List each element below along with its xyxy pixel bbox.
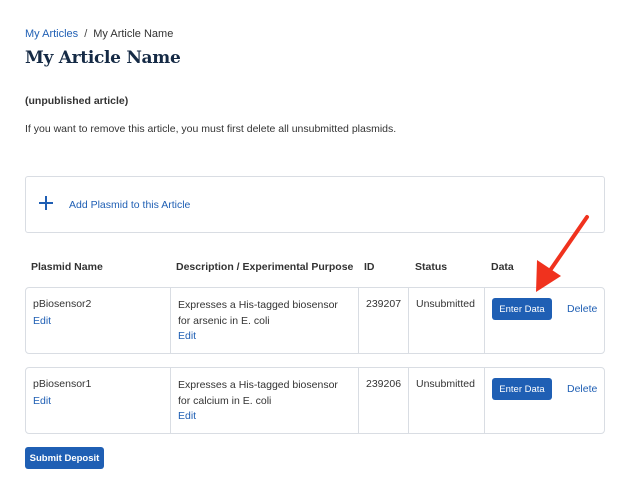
column-header-plasmid-name: Plasmid Name bbox=[31, 261, 103, 273]
page-title: My Article Name bbox=[25, 48, 181, 68]
plasmid-name: pBiosensor1 bbox=[33, 378, 92, 390]
add-plasmid-link[interactable]: Add Plasmid to this Article bbox=[69, 199, 190, 211]
enter-data-button[interactable]: Enter Data bbox=[492, 378, 552, 400]
delete-plasmid-link[interactable]: Delete bbox=[567, 303, 597, 315]
column-header-id: ID bbox=[364, 261, 375, 273]
plasmid-description: Expresses a His-tagged biosensor for ars… bbox=[178, 299, 338, 327]
breadcrumb-separator: / bbox=[84, 28, 88, 40]
breadcrumb: My Articles / My Article Name bbox=[25, 28, 173, 40]
plasmid-name-cell: pBiosensor2 Edit bbox=[26, 288, 171, 353]
edit-plasmid-link[interactable]: Edit bbox=[33, 315, 51, 327]
edit-plasmid-link[interactable]: Edit bbox=[33, 395, 51, 407]
article-status-note: (unpublished article) bbox=[25, 95, 129, 107]
data-cell: Enter Data Delete bbox=[485, 368, 606, 433]
plasmid-name-cell: pBiosensor1 Edit bbox=[26, 368, 171, 433]
submit-deposit-button[interactable]: Submit Deposit bbox=[25, 447, 104, 469]
breadcrumb-current: My Article Name bbox=[93, 28, 174, 40]
description-cell: Expresses a His-tagged biosensor for ars… bbox=[171, 288, 359, 353]
add-plasmid-panel: Add Plasmid to this Article bbox=[25, 176, 605, 233]
plasmid-description: Expresses a His-tagged biosensor for cal… bbox=[178, 379, 338, 407]
enter-data-button[interactable]: Enter Data bbox=[492, 298, 552, 320]
plasmid-id: 239206 bbox=[366, 378, 402, 390]
edit-description-link[interactable]: Edit bbox=[178, 410, 196, 422]
description-cell: Expresses a His-tagged biosensor for cal… bbox=[171, 368, 359, 433]
edit-description-link[interactable]: Edit bbox=[178, 330, 196, 342]
column-header-description: Description / Experimental Purpose bbox=[176, 261, 354, 273]
plus-icon[interactable] bbox=[39, 196, 53, 210]
plasmid-name: pBiosensor2 bbox=[33, 298, 92, 310]
table-row: pBiosensor2 Edit Expresses a His-tagged … bbox=[25, 287, 605, 354]
id-cell: 239206 bbox=[359, 368, 409, 433]
delete-plasmid-link[interactable]: Delete bbox=[567, 383, 597, 395]
plasmid-id: 239207 bbox=[366, 298, 402, 310]
data-cell: Enter Data Delete bbox=[485, 288, 606, 353]
breadcrumb-link-my-articles[interactable]: My Articles bbox=[25, 28, 78, 40]
info-text: If you want to remove this article, you … bbox=[25, 123, 397, 135]
status-cell: Unsubmitted bbox=[409, 368, 485, 433]
column-header-data: Data bbox=[491, 261, 514, 273]
table-row: pBiosensor1 Edit Expresses a His-tagged … bbox=[25, 367, 605, 434]
plasmid-status: Unsubmitted bbox=[416, 378, 475, 390]
id-cell: 239207 bbox=[359, 288, 409, 353]
plasmid-status: Unsubmitted bbox=[416, 298, 475, 310]
status-cell: Unsubmitted bbox=[409, 288, 485, 353]
column-header-status: Status bbox=[415, 261, 448, 273]
